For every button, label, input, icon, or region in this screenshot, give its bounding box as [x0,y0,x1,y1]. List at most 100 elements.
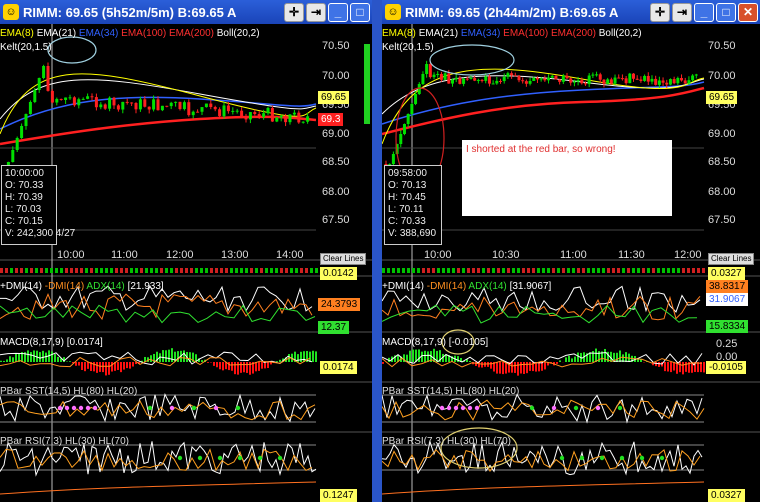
crosshair-icon[interactable]: ✛ [650,2,670,22]
price-chart-area[interactable]: EMA(8) EMA(21) EMA(34) EMA(100) EMA(200)… [382,24,760,502]
pbar-dot [599,455,605,461]
pbar-dot [197,455,203,461]
maximize-icon[interactable]: □ [716,2,736,22]
signal-bar [697,268,700,273]
bar-info-box: 09:58:00 O: 70.13 H: 70.45 L: 70.11 C: 7… [384,165,442,245]
macd-histogram-bar [255,362,257,372]
pbar-label: PBar [382,386,405,397]
title-bar[interactable]: ☺ RIMM: 69.65 (5h52m/5m) B:69.65 A ✛ ⇥ _… [0,0,372,24]
price-chart-area[interactable]: EMA(8) EMA(21) EMA(34) EMA(100) EMA(200)… [0,24,372,502]
pbar-dot [453,405,459,411]
candle-body [103,104,107,109]
close-icon[interactable]: ✕ [738,2,758,22]
macd-histogram-bar [309,351,311,362]
macd-histogram-bar [514,362,516,373]
signal-bar [402,268,405,273]
macd-histogram-bar [165,350,167,362]
rsi-legend: PBar RSI(7,3) HL(30) HL(70) [0,436,129,447]
candle-body [620,78,624,80]
clear-lines-button[interactable]: Clear Lines [708,253,755,265]
macd-histogram-bar [42,350,44,362]
minimize-icon[interactable]: _ [328,2,348,22]
bar-info-box: 10:00:00 O: 70.33 H: 70.39 L: 70.03 C: 7… [1,165,75,245]
signal-bar [240,268,243,273]
candle-body [539,78,543,80]
signal-bar [135,268,138,273]
signal-bar [195,268,198,273]
adx-label: ADX(14) [468,281,507,292]
plus-dmi-tag: 31.9067 [706,293,749,306]
candle-body [521,80,525,82]
candle-body [160,105,164,111]
crosshair-icon[interactable]: ✛ [284,2,304,22]
signal-bar [607,268,610,273]
signal-bar [270,268,273,273]
bottom-trend-line [0,481,317,495]
pbar-dot [78,405,84,411]
y-tick: 69.00 [708,128,736,140]
candle-body [11,150,15,162]
pbar-dot [551,405,557,411]
candle-body [569,78,573,83]
maximize-icon[interactable]: □ [350,2,370,22]
signal-bar [477,268,480,273]
candle-body [406,114,410,124]
macd-histogram-bar [412,349,414,362]
candle-body [687,80,691,84]
candle-body [428,64,432,78]
pin-icon[interactable]: ⇥ [306,2,326,22]
candle-body [270,108,274,122]
signal-bar [210,268,213,273]
kelt-label: Kelt(20,1.5) [0,42,52,53]
y-tick: 68.50 [322,156,350,168]
signal-bar [492,268,495,273]
candle-body [410,104,414,114]
ema-legend: EMA(8) EMA(21) EMA(34) EMA(100) EMA(200)… [382,28,642,39]
candle-body [257,114,261,118]
pin-icon[interactable]: ⇥ [672,2,692,22]
candle-body [94,97,98,108]
bottom-trend-line [382,481,705,495]
macd-histogram-bar [111,362,113,372]
hl70-label: HL(70) [98,436,129,447]
macd-histogram-bar [538,362,540,372]
signal-bar [40,268,43,273]
candle-body [469,78,473,80]
candle-body [279,115,283,118]
signal-bar [592,268,595,273]
macd-histogram-bar [637,359,639,362]
signal-bar [507,268,510,273]
macd-histogram-bar [424,350,426,362]
candle-body [476,79,480,81]
signal-bar [682,268,685,273]
pbar-label: PBar [0,436,23,447]
pbar-dot [213,405,219,411]
signal-bar [145,268,148,273]
chart-svg [0,24,372,502]
macd-histogram-bar [12,357,14,362]
candle-body [609,79,613,84]
candle-body [235,110,239,112]
signal-bar [50,268,53,273]
signal-bar [467,268,470,273]
candle-body [64,97,68,100]
signal-bar [185,268,188,273]
candle-body [42,66,46,78]
title-bar[interactable]: ☺ RIMM: 69.65 (2h44m/2m) B:69.65 A ✛ ⇥ _… [382,0,760,24]
candle-body [550,75,554,78]
y-tick: 67.50 [322,214,350,226]
candle-body [691,75,695,81]
signal-bar [687,268,690,273]
signal-bar [447,268,450,273]
macd-histogram-bar [87,362,89,369]
minimize-icon[interactable]: _ [694,2,714,22]
signal-bar [75,268,78,273]
macd-histogram-bar [469,361,471,362]
macd-histogram-bar [670,362,672,373]
adx-tag: 15.8334 [706,320,749,333]
pbar-dot [71,405,77,411]
bottom-value-tag: 0.1247 [320,489,357,502]
clear-lines-button[interactable]: Clear Lines [320,253,367,265]
macd-histogram-bar [667,362,669,372]
info-high: H: 70.45 [388,192,426,203]
